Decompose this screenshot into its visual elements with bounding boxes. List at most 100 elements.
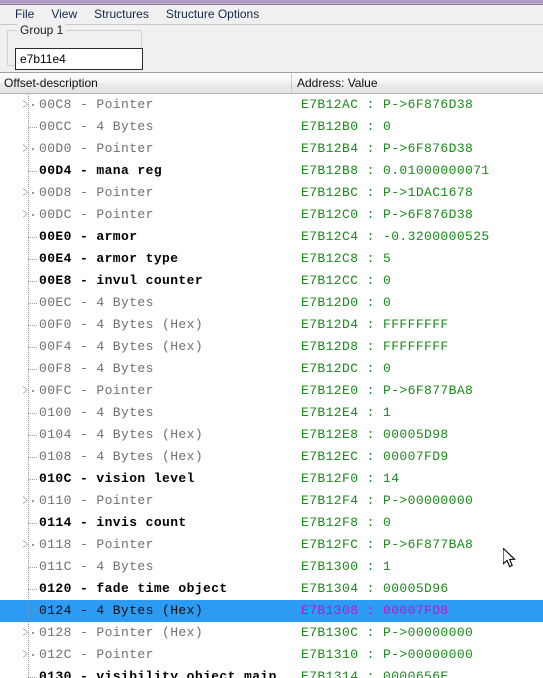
table-row[interactable]: 010C - vision level E7B12F0 : 14 [0, 468, 543, 490]
row-address-value-cell[interactable]: E7B12B4 : P->6F876D38 [292, 138, 543, 160]
row-address-value-cell[interactable]: E7B12D4 : FFFFFFFF [292, 314, 543, 336]
table-row[interactable]: 00FC - Pointer E7B12E0 : P->6F877BA8 [0, 380, 543, 402]
row-offset-description-cell[interactable]: 00D8 - Pointer [0, 182, 292, 204]
row-offset-description-cell[interactable]: 00DC - Pointer [0, 204, 292, 226]
row-offset-description-cell[interactable]: 00EC - 4 Bytes [0, 292, 292, 314]
structure-row-list[interactable]: 00C8 - Pointer E7B12AC : P->6F876D38 00CC … [0, 94, 543, 678]
row-address-value-cell[interactable]: E7B12C8 : 5 [292, 248, 543, 270]
row-address-value-cell[interactable]: E7B12C4 : -0.3200000525 [292, 226, 543, 248]
table-row[interactable]: 0124 - 4 Bytes (Hex) E7B1308 : 00007FD8 [0, 600, 543, 622]
row-offset-description-cell[interactable]: 00D4 - mana reg [0, 160, 292, 182]
row-address-value-cell[interactable]: E7B12B0 : 0 [292, 116, 543, 138]
row-description-text: 00CC - 4 Bytes [39, 119, 154, 134]
row-offset-description-cell[interactable]: 00E4 - armor type [0, 248, 292, 270]
expand-triangle-inner-icon [23, 387, 27, 393]
row-address-value-cell[interactable]: E7B12E4 : 1 [292, 402, 543, 424]
table-row[interactable]: 0104 - 4 Bytes (Hex) E7B12E8 : 00005D98 [0, 424, 543, 446]
table-row[interactable]: 0114 - invis count E7B12F8 : 0 [0, 512, 543, 534]
table-row[interactable]: 00D0 - Pointer E7B12B4 : P->6F876D38 [0, 138, 543, 160]
column-header-offset-description[interactable]: Offset-description [0, 74, 292, 93]
row-offset-description-cell[interactable]: 0118 - Pointer [0, 534, 292, 556]
table-row[interactable]: 00F8 - 4 Bytes E7B12DC : 0 [0, 358, 543, 380]
row-address-value-cell[interactable]: E7B12F4 : P->00000000 [292, 490, 543, 512]
row-offset-description-cell[interactable]: 0110 - Pointer [0, 490, 292, 512]
row-address-value-cell[interactable]: E7B12F8 : 0 [292, 512, 543, 534]
row-offset-description-cell[interactable]: 0104 - 4 Bytes (Hex) [0, 424, 292, 446]
row-offset-description-cell[interactable]: 0128 - Pointer (Hex) [0, 622, 292, 644]
row-address-value-cell[interactable]: E7B12F0 : 14 [292, 468, 543, 490]
table-row[interactable]: 00CC - 4 Bytes E7B12B0 : 0 [0, 116, 543, 138]
row-address-value-cell[interactable]: E7B12D8 : FFFFFFFF [292, 336, 543, 358]
menu-item-view[interactable]: View [43, 6, 85, 23]
table-row[interactable]: 0120 - fade time object E7B1304 : 00005D9… [0, 578, 543, 600]
table-row[interactable]: 0108 - 4 Bytes (Hex) E7B12EC : 00007FD9 [0, 446, 543, 468]
row-address-value-cell[interactable]: E7B12E0 : P->6F877BA8 [292, 380, 543, 402]
row-offset-description-cell[interactable]: 00F8 - 4 Bytes [0, 358, 292, 380]
table-row[interactable]: 00E8 - invul counter E7B12CC : 0 [0, 270, 543, 292]
table-row[interactable]: 0118 - Pointer E7B12FC : P->6F877BA8 [0, 534, 543, 556]
row-offset-description-cell[interactable]: 00F4 - 4 Bytes (Hex) [0, 336, 292, 358]
row-address-value-cell[interactable]: E7B1304 : 00005D96 [292, 578, 543, 600]
row-offset-description-cell[interactable]: 010C - vision level [0, 468, 292, 490]
row-address-value-text: E7B130C : P->00000000 [301, 625, 474, 640]
row-offset-description-cell[interactable]: 00C8 - Pointer [0, 94, 292, 116]
row-address-value-cell[interactable]: E7B12D0 : 0 [292, 292, 543, 314]
group-1-address-input[interactable] [15, 48, 143, 70]
expand-triangle-inner-icon [23, 145, 27, 151]
row-offset-description-cell[interactable]: 00F0 - 4 Bytes (Hex) [0, 314, 292, 336]
table-row[interactable]: 00E0 - armor E7B12C4 : -0.3200000525 [0, 226, 543, 248]
row-offset-description-cell[interactable]: 012C - Pointer [0, 644, 292, 666]
row-offset-description-cell[interactable]: 0130 - visibility object main [0, 666, 292, 678]
table-row[interactable]: 00DC - Pointer E7B12C0 : P->6F876D38 [0, 204, 543, 226]
tree-connector-line [28, 523, 37, 524]
tree-connector-line [28, 237, 37, 238]
row-address-value-cell[interactable]: E7B12CC : 0 [292, 270, 543, 292]
row-address-value-text: E7B12EC : 00007FD9 [301, 449, 449, 464]
row-address-value-cell[interactable]: E7B1310 : P->00000000 [292, 644, 543, 666]
table-row[interactable]: 012C - Pointer E7B1310 : P->00000000 [0, 644, 543, 666]
table-row[interactable]: 00D8 - Pointer E7B12BC : P->1DAC1678 [0, 182, 543, 204]
table-row[interactable]: 011C - 4 Bytes E7B1300 : 1 [0, 556, 543, 578]
menu-item-structures[interactable]: Structures [86, 6, 157, 23]
row-offset-description-cell[interactable]: 00FC - Pointer [0, 380, 292, 402]
row-offset-description-cell[interactable]: 0108 - 4 Bytes (Hex) [0, 446, 292, 468]
table-row[interactable]: 0128 - Pointer (Hex) E7B130C : P->0000000… [0, 622, 543, 644]
row-address-value-cell[interactable]: E7B1314 : 0000656E [292, 666, 543, 678]
row-address-value-cell[interactable]: E7B12E8 : 00005D98 [292, 424, 543, 446]
row-offset-description-cell[interactable]: 0120 - fade time object [0, 578, 292, 600]
menu-item-file[interactable]: File [7, 6, 42, 23]
table-row[interactable]: 0110 - Pointer E7B12F4 : P->00000000 [0, 490, 543, 512]
row-address-value-text: E7B12C0 : P->6F876D38 [301, 207, 474, 222]
row-address-value-cell[interactable]: E7B12BC : P->1DAC1678 [292, 182, 543, 204]
row-address-value-text: E7B12C4 : -0.3200000525 [301, 229, 490, 244]
row-address-value-cell[interactable]: E7B12DC : 0 [292, 358, 543, 380]
table-row[interactable]: 00D4 - mana reg E7B12B8 : 0.01000000071 [0, 160, 543, 182]
column-header-address-value[interactable]: Address: Value [292, 74, 543, 93]
row-offset-description-cell[interactable]: 00E0 - armor [0, 226, 292, 248]
row-offset-description-cell[interactable]: 0124 - 4 Bytes (Hex) [0, 600, 292, 622]
row-offset-description-cell[interactable]: 00CC - 4 Bytes [0, 116, 292, 138]
row-address-value-cell[interactable]: E7B12FC : P->6F877BA8 [292, 534, 543, 556]
table-row[interactable]: 0130 - visibility object main E7B1314 : 0… [0, 666, 543, 678]
row-offset-description-cell[interactable]: 00D0 - Pointer [0, 138, 292, 160]
row-address-value-cell[interactable]: E7B1300 : 1 [292, 556, 543, 578]
table-row[interactable]: 00C8 - Pointer E7B12AC : P->6F876D38 [0, 94, 543, 116]
row-offset-description-cell[interactable]: 0100 - 4 Bytes [0, 402, 292, 424]
row-address-value-text: E7B12F4 : P->00000000 [301, 493, 474, 508]
row-offset-description-cell[interactable]: 00E8 - invul counter [0, 270, 292, 292]
row-address-value-cell[interactable]: E7B130C : P->00000000 [292, 622, 543, 644]
row-address-value-cell[interactable]: E7B12AC : P->6F876D38 [292, 94, 543, 116]
table-row[interactable]: 00E4 - armor type E7B12C8 : 5 [0, 248, 543, 270]
row-address-value-cell[interactable]: E7B12C0 : P->6F876D38 [292, 204, 543, 226]
row-offset-description-cell[interactable]: 011C - 4 Bytes [0, 556, 292, 578]
table-row[interactable]: 0100 - 4 Bytes E7B12E4 : 1 [0, 402, 543, 424]
table-row[interactable]: 00F0 - 4 Bytes (Hex) E7B12D4 : FFFFFFFF [0, 314, 543, 336]
row-address-value-cell[interactable]: E7B1308 : 00007FD8 [292, 600, 543, 622]
row-address-value-cell[interactable]: E7B12EC : 00007FD9 [292, 446, 543, 468]
row-address-value-cell[interactable]: E7B12B8 : 0.01000000071 [292, 160, 543, 182]
table-row[interactable]: 00F4 - 4 Bytes (Hex) E7B12D8 : FFFFFFFF [0, 336, 543, 358]
menu-item-structure-options[interactable]: Structure Options [158, 6, 267, 23]
row-offset-description-cell[interactable]: 0114 - invis count [0, 512, 292, 534]
tree-node-dot-icon [32, 544, 34, 546]
table-row[interactable]: 00EC - 4 Bytes E7B12D0 : 0 [0, 292, 543, 314]
